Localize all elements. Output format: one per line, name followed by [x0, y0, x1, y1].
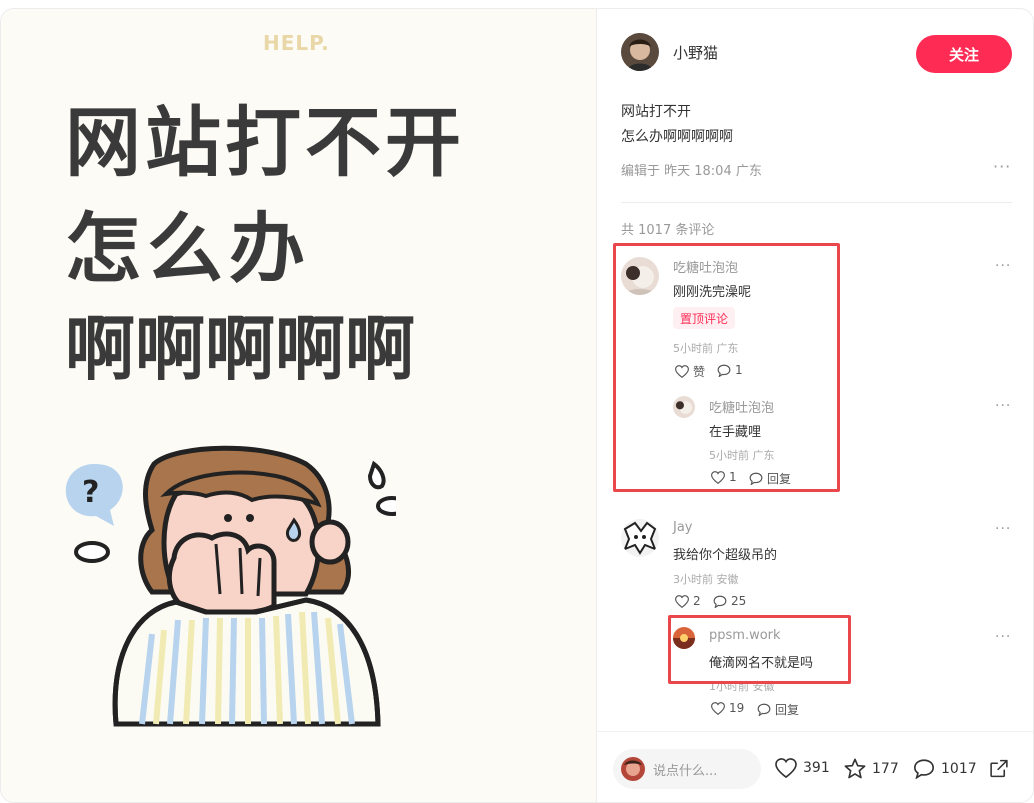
star-icon — [844, 758, 866, 779]
question-bubble-icon: ? — [65, 464, 123, 526]
share-icon — [990, 759, 1008, 778]
reply-like-count: 19 — [729, 701, 745, 715]
like-count: 2 — [693, 594, 701, 608]
panicking-girl-illustration: ? — [65, 445, 396, 727]
highlight-box — [613, 243, 840, 492]
current-user-avatar — [621, 757, 645, 781]
like-post-button[interactable]: 391 — [775, 758, 830, 778]
help-text: HELP. — [263, 31, 330, 55]
comment-panel: 小野猫 关注 网站打不开 怎么办啊啊啊啊啊 编辑于 昨天 18:04 广东 ··… — [597, 9, 1033, 802]
svg-text:?: ? — [82, 475, 99, 510]
note-detail-card: HELP. 网站打不开 怎么办 啊啊啊啊啊 ? 小野猫 关注 网站打不开 怎么办… — [0, 8, 1034, 803]
like-button[interactable]: 2 — [675, 594, 701, 608]
comment-meta: 3小时前 安徽 — [673, 573, 739, 586]
post-image[interactable]: HELP. 网站打不开 怎么办 啊啊啊啊啊 ? — [1, 9, 596, 802]
collect-count: 177 — [872, 760, 899, 777]
author-info[interactable]: 小野猫 — [621, 33, 718, 71]
follow-button[interactable]: 关注 — [916, 35, 1012, 73]
post-title: 网站打不开 — [621, 104, 691, 120]
comment-bubble-icon — [713, 595, 727, 608]
comment-input-placeholder: 说点什么... — [653, 763, 718, 779]
reply-count: 25 — [731, 594, 747, 608]
collect-button[interactable]: 177 — [844, 758, 899, 779]
reply-button[interactable]: 回复 — [757, 701, 799, 718]
post-meta: 编辑于 昨天 18:04 广东 — [621, 164, 762, 179]
author-avatar[interactable] — [621, 33, 659, 71]
reply-like-button[interactable]: 19 — [711, 701, 744, 715]
heart-icon — [675, 594, 689, 608]
comment-button[interactable]: 1017 — [913, 758, 977, 779]
like-count: 391 — [803, 760, 830, 776]
post-more-icon[interactable]: ··· — [993, 157, 1011, 176]
bottom-action-bar: 说点什么... 391 177 1017 — [597, 731, 1033, 802]
comment-bubble-icon — [757, 703, 771, 716]
reply-count-button[interactable]: 25 — [713, 594, 746, 608]
heart-icon — [775, 758, 797, 778]
author-name[interactable]: 小野猫 — [673, 42, 718, 63]
comment-count: 共 1017 条评论 — [621, 223, 715, 238]
headline-line-2: 怎么办 — [65, 204, 311, 293]
reply-more-icon[interactable]: ··· — [995, 398, 1011, 414]
commenter-name[interactable]: Jay — [673, 520, 693, 535]
headline-line-3: 啊啊啊啊啊 — [65, 308, 415, 390]
post-body: 怎么办啊啊啊啊啊 — [621, 129, 733, 145]
heart-icon — [711, 701, 725, 715]
comment-more-icon[interactable]: ··· — [995, 521, 1011, 537]
reply-more-icon[interactable]: ··· — [995, 629, 1011, 645]
content-divider — [621, 202, 1012, 203]
comment-more-icon[interactable]: ··· — [995, 258, 1011, 274]
share-button[interactable] — [988, 758, 1016, 779]
reply-label: 回复 — [775, 703, 800, 717]
comment-text: 我给你个超级吊的 — [673, 548, 778, 563]
headline-line-1: 网站打不开 — [65, 98, 465, 187]
commenter-avatar[interactable] — [621, 519, 659, 557]
comment-input[interactable]: 说点什么... — [613, 749, 761, 789]
comment-bubble-icon — [914, 759, 934, 779]
highlight-box — [668, 615, 851, 684]
comment-total: 1017 — [941, 760, 977, 777]
